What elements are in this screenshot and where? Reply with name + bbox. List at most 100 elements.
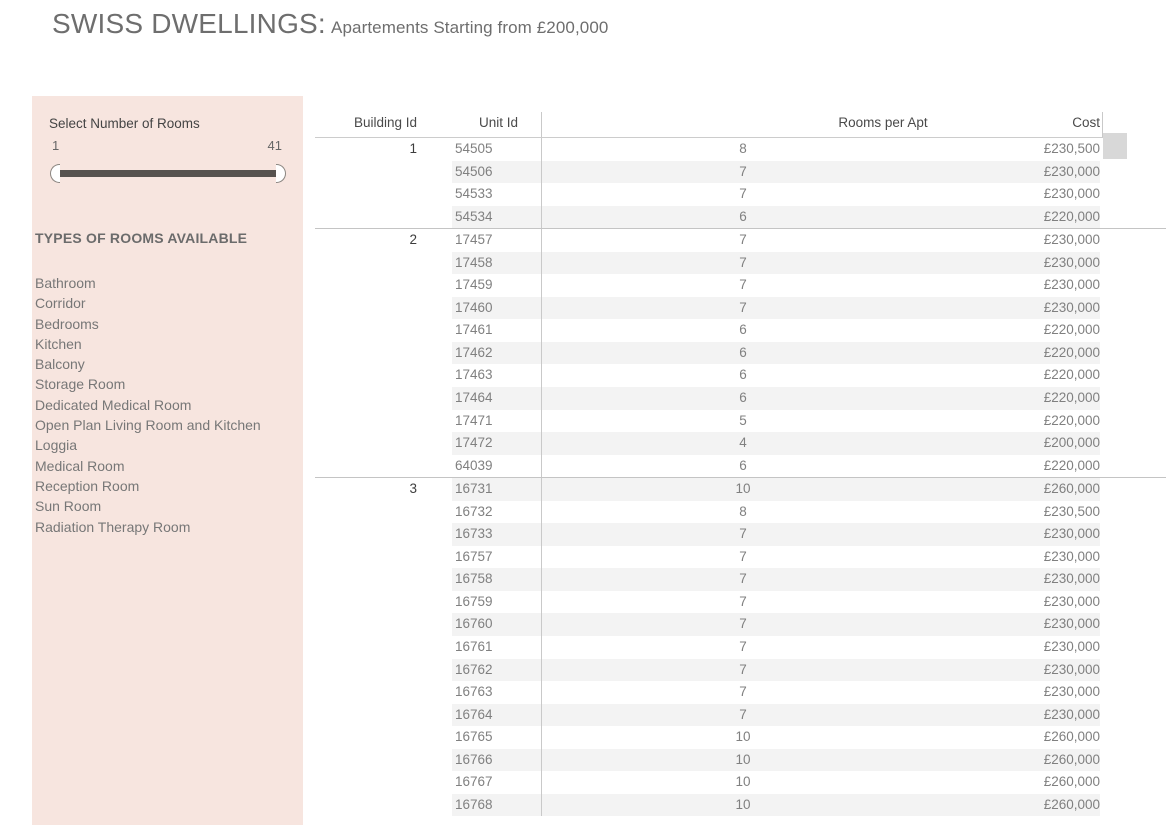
cell-cost: £230,000 — [1043, 616, 1100, 632]
table-row[interactable]: 64039 6 £220,000 — [315, 454, 1166, 478]
room-type-item[interactable]: Bathroom — [35, 273, 300, 293]
table-row[interactable]: 16761 7 £230,000 — [315, 636, 1166, 659]
table-row[interactable]: 16732 8 £230,500 — [315, 500, 1166, 524]
page-title-main: SWISS DWELLINGS: — [52, 8, 326, 39]
row-column-divider — [541, 274, 542, 297]
cell-rooms-per-apt: 7 — [739, 277, 747, 293]
row-column-divider — [541, 251, 542, 275]
cell-unit-id: 16759 — [455, 593, 493, 609]
cell-rooms-per-apt: 8 — [739, 503, 747, 519]
cell-rooms-per-apt: 6 — [739, 208, 747, 224]
cell-unit-id: 16731 — [455, 481, 493, 497]
vertical-scrollbar[interactable] — [1101, 130, 1127, 825]
row-column-divider — [541, 613, 542, 637]
table-row[interactable]: 17471 5 £220,000 — [315, 409, 1166, 433]
scrollbar-thumb[interactable] — [1103, 133, 1127, 159]
column-header-building-id[interactable]: Building Id — [315, 115, 417, 130]
room-type-item[interactable]: Medical Room — [35, 456, 300, 476]
table-row[interactable]: 54506 7 £230,000 — [315, 160, 1166, 184]
cell-unit-id: 17459 — [455, 277, 493, 293]
slider-handle-left[interactable] — [50, 164, 60, 183]
table-row[interactable]: 16758 7 £230,000 — [315, 568, 1166, 591]
room-type-item[interactable]: Loggia — [35, 435, 300, 455]
column-header-cost[interactable]: Cost — [915, 115, 1100, 130]
cell-unit-id: 54533 — [455, 186, 493, 202]
building-group: 2 17457 7 £230,000 17458 7 £230,000 17459 7 £230,… — [315, 228, 1166, 478]
row-column-divider — [541, 658, 542, 682]
table-row[interactable]: 3 16731 10 £260,000 — [315, 478, 1166, 501]
table-row[interactable]: 16760 7 £230,000 — [315, 613, 1166, 637]
table-row[interactable]: 16767 10 £260,000 — [315, 771, 1166, 794]
room-type-item[interactable]: Dedicated Medical Room — [35, 395, 300, 415]
cell-unit-id: 16760 — [455, 616, 493, 632]
table-row[interactable]: 17459 7 £230,000 — [315, 274, 1166, 297]
table-row[interactable]: 17460 7 £230,000 — [315, 296, 1166, 320]
cell-rooms-per-apt: 7 — [739, 639, 747, 655]
table-row[interactable]: 17472 4 £200,000 — [315, 432, 1166, 455]
filter-sidebar: Select Number of Rooms 1 41 TYPES OF ROO… — [32, 96, 303, 825]
row-column-divider — [541, 319, 542, 342]
cell-rooms-per-apt: 6 — [739, 367, 747, 383]
slider-track[interactable] — [58, 170, 277, 177]
cell-rooms-per-apt: 7 — [739, 548, 747, 564]
cell-rooms-per-apt: 7 — [739, 526, 747, 542]
room-type-item[interactable]: Reception Room — [35, 476, 300, 496]
table-row[interactable]: 54534 6 £220,000 — [315, 205, 1166, 229]
cell-rooms-per-apt: 6 — [739, 457, 747, 473]
cell-cost: £220,000 — [1043, 390, 1100, 406]
room-type-item[interactable]: Sun Room — [35, 496, 300, 516]
table-row[interactable]: 17462 6 £220,000 — [315, 341, 1166, 365]
table-row[interactable]: 17458 7 £230,000 — [315, 251, 1166, 275]
row-column-divider — [541, 545, 542, 569]
cell-cost: £220,000 — [1043, 412, 1100, 428]
cell-unit-id: 16758 — [455, 571, 493, 587]
table-row[interactable]: 17464 6 £220,000 — [315, 387, 1166, 410]
table-row[interactable]: 17461 6 £220,000 — [315, 319, 1166, 342]
table-row[interactable]: 2 17457 7 £230,000 — [315, 229, 1166, 252]
slider-handle-right[interactable] — [276, 164, 286, 183]
table-row[interactable]: 16765 10 £260,000 — [315, 726, 1166, 749]
cell-cost: £230,000 — [1043, 684, 1100, 700]
cell-cost: £260,000 — [1043, 751, 1100, 767]
table-row[interactable]: 16759 7 £230,000 — [315, 590, 1166, 614]
row-column-divider — [541, 205, 542, 229]
row-column-divider — [541, 296, 542, 320]
cell-cost: £230,000 — [1043, 661, 1100, 677]
cell-rooms-per-apt: 7 — [739, 706, 747, 722]
room-type-item[interactable]: Balcony — [35, 354, 300, 374]
cell-rooms-per-apt: 7 — [739, 684, 747, 700]
table-row[interactable]: 54533 7 £230,000 — [315, 183, 1166, 206]
room-type-item[interactable]: Radiation Therapy Room — [35, 517, 300, 537]
cell-unit-id: 17464 — [455, 390, 493, 406]
table-row[interactable]: 16763 7 £230,000 — [315, 681, 1166, 704]
room-type-item[interactable]: Open Plan Living Room and Kitchen — [35, 415, 300, 435]
cell-unit-id: 17472 — [455, 435, 493, 451]
table-row[interactable]: 16764 7 £230,000 — [315, 703, 1166, 727]
row-column-divider — [541, 500, 542, 524]
cell-cost: £230,500 — [1043, 141, 1100, 156]
column-header-unit-id[interactable]: Unit Id — [425, 115, 518, 130]
cell-unit-id: 16766 — [455, 751, 493, 767]
table-row[interactable]: 17463 6 £220,000 — [315, 364, 1166, 388]
cell-unit-id: 17471 — [455, 412, 493, 428]
table-row[interactable]: 16762 7 £230,000 — [315, 658, 1166, 682]
apartments-table: Building Id Unit Id Rooms per Apt Cost 1… — [315, 112, 1166, 817]
cell-rooms-per-apt: 7 — [739, 232, 747, 248]
room-type-item[interactable]: Storage Room — [35, 374, 300, 394]
table-row[interactable]: 16733 7 £230,000 — [315, 523, 1166, 546]
cell-cost: £260,000 — [1043, 796, 1100, 812]
cell-unit-id: 16757 — [455, 548, 493, 564]
room-type-item[interactable]: Bedrooms — [35, 314, 300, 334]
cell-rooms-per-apt: 7 — [739, 254, 747, 270]
rooms-range-slider[interactable] — [50, 164, 286, 184]
cell-unit-id: 17460 — [455, 299, 493, 315]
table-row[interactable]: 16757 7 £230,000 — [315, 545, 1166, 569]
table-row[interactable]: 1 54505 8 £230,500 — [315, 138, 1166, 161]
row-column-divider — [541, 771, 542, 794]
cell-rooms-per-apt: 7 — [739, 299, 747, 315]
cell-rooms-per-apt: 10 — [735, 751, 751, 767]
room-type-item[interactable]: Kitchen — [35, 334, 300, 354]
table-row[interactable]: 16768 10 £260,000 — [315, 793, 1166, 817]
table-row[interactable]: 16766 10 £260,000 — [315, 748, 1166, 772]
room-type-item[interactable]: Corridor — [35, 293, 300, 313]
